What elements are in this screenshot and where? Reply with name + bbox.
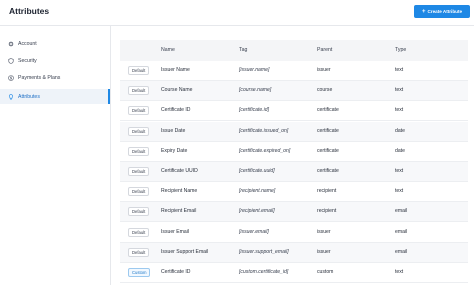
- column-header-parent: Parent: [317, 47, 333, 53]
- attribute-type-cell: text: [395, 67, 404, 73]
- create-attribute-label: Create Attribute: [427, 9, 463, 14]
- attribute-type-cell: date: [395, 127, 405, 134]
- attribute-tag-cell: [course.name]: [239, 87, 272, 94]
- table-row[interactable]: Custom Certificate ID [custom.certificate_…: [120, 263, 468, 283]
- attribute-parent-cell: issuer: [317, 248, 331, 255]
- attribute-type-badge: Custom: [128, 268, 151, 277]
- lightbulb-icon: [8, 93, 14, 100]
- attribute-tag-cell: [certificate.uuid]: [239, 168, 275, 174]
- create-attribute-button[interactable]: + Create Attribute: [414, 5, 470, 18]
- sidebar-item-label: Payments & Plans: [18, 74, 61, 81]
- table-row[interactable]: Default Course Name [course.name] course tex…: [120, 81, 468, 102]
- attribute-parent-cell: issuer: [317, 228, 331, 235]
- attribute-parent-cell: certificate: [317, 127, 339, 134]
- attribute-type-cell: text: [395, 188, 404, 195]
- table-row[interactable]: Default Recipient Name [recipient.name] rec…: [120, 182, 468, 203]
- attribute-type-badge: Default: [128, 187, 150, 197]
- attribute-tag-cell: [custom.certificate_id]: [239, 269, 289, 275]
- attribute-tag-cell: [certificate.issued_on]: [239, 127, 289, 134]
- attribute-tag-cell: [issuer.email]: [239, 228, 269, 235]
- page-title: Attributes: [9, 6, 50, 16]
- attribute-name-cell: Issue Date: [161, 127, 186, 134]
- table-row[interactable]: Default Recipient Email [recipient.email] r…: [120, 202, 468, 223]
- settings-sidebar: Account Security Payments & Plans Attrib…: [0, 26, 111, 285]
- attribute-type-cell: text: [395, 168, 404, 174]
- attribute-type-badge: Default: [128, 227, 150, 237]
- attribute-type-cell: text: [395, 107, 404, 114]
- attribute-tag-cell: [certificate.expired_on]: [239, 147, 291, 154]
- table-row[interactable]: Default Issuer Support Email [issuer.suppo…: [120, 242, 468, 263]
- sidebar-item-label: Security: [18, 57, 37, 64]
- attribute-parent-cell: recipient: [317, 208, 337, 215]
- attribute-type-cell: email: [395, 248, 408, 255]
- attribute-type-badge: Default: [128, 167, 150, 176]
- attribute-parent-cell: recipient: [317, 188, 337, 195]
- page-header: Attributes + Create Attribute: [0, 0, 474, 26]
- attribute-type-badge: Default: [128, 86, 150, 96]
- column-header-type: Type: [395, 47, 407, 53]
- attribute-name-cell: Issuer Support Email: [161, 248, 209, 255]
- attribute-parent-cell: certificate: [317, 168, 339, 174]
- attribute-name-cell: Course Name: [161, 87, 193, 94]
- attribute-parent-cell: custom: [317, 269, 334, 275]
- attribute-name-cell: Issuer Email: [161, 228, 190, 235]
- attribute-tag-cell: [certificate.id]: [239, 107, 270, 114]
- sidebar-item-account[interactable]: Account: [0, 36, 110, 51]
- attribute-type-badge: Default: [128, 126, 150, 136]
- column-header-tag: Tag: [239, 47, 248, 53]
- shield-icon: [8, 57, 14, 64]
- sidebar-item-attributes[interactable]: Attributes: [0, 89, 110, 104]
- table-row[interactable]: Default Expiry Date [certificate.expired_o…: [120, 142, 468, 162]
- sidebar-item-label: Attributes: [18, 93, 40, 100]
- column-header-name: Name: [161, 47, 175, 53]
- attribute-type-badge: Default: [128, 247, 150, 257]
- attribute-type-badge: Default: [128, 106, 150, 116]
- plus-icon: +: [421, 8, 426, 15]
- gear-icon: [8, 40, 14, 47]
- sidebar-item-security[interactable]: Security: [0, 53, 110, 68]
- table-row[interactable]: Default Issue Date [certificate.issued_on]…: [120, 121, 468, 142]
- attribute-name-cell: Recipient Name: [161, 188, 198, 195]
- attribute-tag-cell: [issuer.name]: [239, 67, 270, 73]
- attribute-type-badge: Default: [128, 146, 150, 156]
- attribute-parent-cell: issuer: [317, 67, 331, 73]
- table-row[interactable]: Default Certificate UUID [certificate.uuid…: [120, 162, 468, 182]
- attribute-type-cell: text: [395, 269, 404, 275]
- attribute-type-cell: text: [395, 87, 404, 94]
- attribute-name-cell: Certificate ID: [161, 107, 191, 114]
- attribute-parent-cell: certificate: [317, 147, 339, 154]
- attribute-name-cell: Issuer Name: [161, 67, 190, 73]
- attribute-tag-cell: [recipient.email]: [239, 208, 275, 215]
- attribute-name-cell: Expiry Date: [161, 147, 188, 154]
- attribute-type-badge: Default: [128, 207, 150, 217]
- table-row[interactable]: Default Issuer Name [issuer.name] issuer tex…: [120, 61, 468, 81]
- attribute-parent-cell: course: [317, 87, 333, 94]
- attribute-name-cell: Certificate UUID: [161, 168, 198, 174]
- attribute-tag-cell: [issuer.support_email]: [239, 248, 289, 255]
- sidebar-item-label: Account: [18, 40, 37, 47]
- attribute-parent-cell: certificate: [317, 107, 339, 114]
- attribute-name-cell: Certificate ID: [161, 269, 191, 275]
- table-row[interactable]: Default Issuer Email [issuer.email] issuer e…: [120, 223, 468, 243]
- attribute-type-cell: date: [395, 147, 405, 154]
- attribute-type-cell: email: [395, 228, 408, 235]
- attribute-type-badge: Default: [128, 66, 150, 75]
- attribute-name-cell: Recipient Email: [161, 208, 197, 215]
- table-header: Name Tag Parent Type: [120, 40, 468, 61]
- dollar-icon: [8, 74, 14, 81]
- table-row[interactable]: Default Certificate ID [certificate.id] cer…: [120, 101, 468, 122]
- sidebar-item-payments[interactable]: Payments & Plans: [0, 70, 110, 85]
- attribute-tag-cell: [recipient.name]: [239, 188, 276, 195]
- attribute-type-cell: email: [395, 208, 408, 215]
